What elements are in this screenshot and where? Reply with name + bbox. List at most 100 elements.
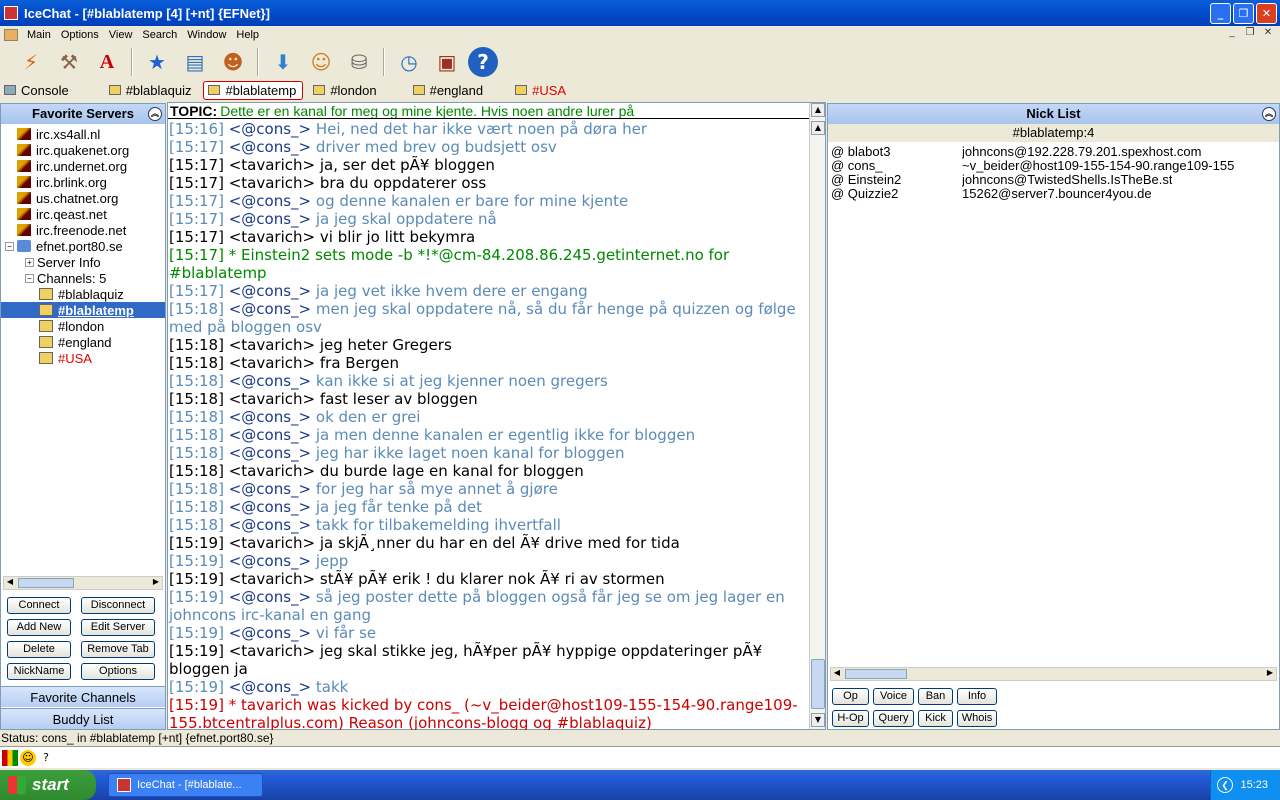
buddy-list-tab[interactable]: Buddy List xyxy=(1,708,165,729)
network-node[interactable]: − efnet.port80.se xyxy=(1,238,165,254)
server-info-node[interactable]: + Server Info xyxy=(1,254,165,270)
scroll-thumb[interactable] xyxy=(811,659,825,709)
collapse-icon[interactable]: ︽ xyxy=(148,107,162,121)
channels-node[interactable]: − Channels: 5 xyxy=(1,270,165,286)
file-transfer-icon[interactable]: ⬇ xyxy=(266,46,300,78)
menu-view[interactable]: View xyxy=(104,29,138,41)
scroll-down-icon[interactable]: ▼ xyxy=(811,713,825,727)
chat-nick: <tavarich> xyxy=(228,462,316,480)
nick-row[interactable]: @ blabot3 johncons@192.228.79.201.spexhos… xyxy=(828,145,1279,159)
tree-channel-blablaquiz[interactable]: #blablaquiz xyxy=(1,286,165,302)
tab-london[interactable]: #london xyxy=(309,81,382,100)
tab-england[interactable]: #england xyxy=(409,81,490,100)
server-item[interactable]: irc.freenode.net xyxy=(1,222,165,238)
chat-timestamp: [15:18] xyxy=(169,444,224,462)
help-icon[interactable]: ? xyxy=(468,47,498,77)
tree-channel-london[interactable]: #london xyxy=(1,318,165,334)
whois-button[interactable]: Whois xyxy=(957,710,997,727)
mdi-restore-button[interactable]: ❐ xyxy=(1242,27,1258,41)
away-clock-icon[interactable]: ◷ xyxy=(392,46,426,78)
chat-line: [15:17] <@cons_> og denne kanalen er bar… xyxy=(168,192,809,210)
tab-usa[interactable]: #USA xyxy=(511,81,572,100)
mdi-window-icon[interactable] xyxy=(4,29,18,41)
scroll-up-icon[interactable]: ▲ xyxy=(811,103,825,117)
collapse-node-icon[interactable]: − xyxy=(5,241,14,251)
kick-button[interactable]: Kick xyxy=(918,710,953,727)
tree-channel-blablatemp[interactable]: #blablatemp xyxy=(1,302,165,318)
nick-horizontal-scrollbar[interactable]: ◀ ▶ xyxy=(830,667,1277,681)
nickname-button[interactable]: NickName xyxy=(7,663,71,680)
nick-row[interactable]: @ Quizzie2 15262@server7.bouncer4you.de xyxy=(828,187,1279,201)
server-item[interactable]: irc.xs4all.nl xyxy=(1,126,165,142)
chat-line: [15:18] <@cons_> men jeg skal oppdatere … xyxy=(168,300,809,336)
color-picker-icon[interactable] xyxy=(2,749,18,766)
server-item[interactable]: irc.undernet.org xyxy=(1,158,165,174)
menu-window[interactable]: Window xyxy=(182,29,231,41)
favorites-star-icon[interactable]: ★ xyxy=(140,46,174,78)
tab-blablatemp[interactable]: #blablatemp xyxy=(203,80,304,100)
info-button[interactable]: Info xyxy=(957,688,997,705)
favorite-channels-tab[interactable]: Favorite Channels xyxy=(1,686,165,707)
chat-vertical-scrollbar[interactable]: ▲ ▲ ▼ xyxy=(809,103,825,729)
menu-main[interactable]: Main xyxy=(22,29,56,41)
plug-icon xyxy=(17,192,31,204)
nick-row[interactable]: @ Einstein2 johncons@TwistedShells.IsTheB… xyxy=(828,173,1279,187)
chat-message: fast leser av bloggen xyxy=(319,390,478,408)
chevron-left-icon[interactable]: ❮ xyxy=(1217,777,1233,793)
ban-button[interactable]: Ban xyxy=(918,688,953,705)
query-button[interactable]: Query xyxy=(873,710,914,727)
channel-list-icon[interactable]: ▤ xyxy=(178,46,212,78)
voice-button[interactable]: Voice xyxy=(873,688,914,705)
quick-connect-icon[interactable]: ⚡ xyxy=(14,46,48,78)
menu-help[interactable]: Help xyxy=(231,29,264,41)
expand-node-icon[interactable]: + xyxy=(25,257,34,267)
add-new-button[interactable]: Add New xyxy=(7,619,71,636)
server-tree-icon[interactable]: ⛁ xyxy=(342,46,376,78)
collapse-icon[interactable]: ︽ xyxy=(1262,107,1276,121)
user-chat-icon[interactable]: ☺ xyxy=(304,46,338,78)
delete-button[interactable]: Delete xyxy=(7,641,71,658)
message-input[interactable] xyxy=(60,747,1280,768)
network-users-icon[interactable]: ☻ xyxy=(216,46,250,78)
mdi-minimize-button[interactable]: _ xyxy=(1224,27,1240,41)
disconnect-button[interactable]: Disconnect xyxy=(81,597,155,614)
tree-channel-england[interactable]: #england xyxy=(1,334,165,350)
collapse-node-icon[interactable]: − xyxy=(25,273,34,283)
emoticon-icon[interactable]: ☺ xyxy=(20,749,36,766)
font-icon[interactable]: A xyxy=(90,46,124,78)
mdi-close-button[interactable]: ✕ xyxy=(1260,27,1276,41)
server-item[interactable]: irc.brlink.org xyxy=(1,174,165,190)
chat-line: [15:19] <tavarich> ja skjÃ¸nner du har e… xyxy=(168,534,809,552)
chat-line: [15:19] <@cons_> takk xyxy=(168,678,809,696)
topic-bar[interactable]: TOPIC: Dette er en kanal for meg og mine… xyxy=(168,103,809,119)
op-button[interactable]: Op xyxy=(832,688,869,705)
minimize-button[interactable]: _ xyxy=(1210,3,1231,24)
input-help-icon[interactable]: ? xyxy=(38,750,54,766)
tree-channel-usa[interactable]: #USA xyxy=(1,350,165,366)
chat-line: [15:18] <@cons_> ok den er grei xyxy=(168,408,809,426)
menu-search[interactable]: Search xyxy=(137,29,182,41)
maximize-button[interactable]: ❐ xyxy=(1233,3,1254,24)
taskbar-item-icechat[interactable]: IceChat - [#blablate... xyxy=(108,773,263,797)
chat-log[interactable]: [15:16] <@cons_> Hei, ned det har ikke v… xyxy=(168,120,809,730)
tools-icon[interactable]: ⚒ xyxy=(52,46,86,78)
chat-nick: <@cons_> xyxy=(228,138,312,156)
chat-message: Einstein2 sets mode -b *!*@cm-84.208.86.… xyxy=(169,246,730,282)
start-button[interactable]: start xyxy=(0,770,96,800)
close-button[interactable]: ✕ xyxy=(1256,3,1277,24)
edit-server-button[interactable]: Edit Server xyxy=(81,619,155,636)
scroll-up-icon[interactable]: ▲ xyxy=(811,121,825,135)
tab-blablaquiz[interactable]: #blablaquiz xyxy=(105,81,198,100)
server-item[interactable]: us.chatnet.org xyxy=(1,190,165,206)
menu-options[interactable]: Options xyxy=(56,29,104,41)
tab-console[interactable]: Console xyxy=(0,81,75,100)
tree-horizontal-scrollbar[interactable]: ◀ ▶ xyxy=(3,576,163,590)
server-item[interactable]: irc.quakenet.org xyxy=(1,142,165,158)
connect-button[interactable]: Connect xyxy=(7,597,71,614)
half-op-button[interactable]: H-Op xyxy=(832,710,869,727)
options-button[interactable]: Options xyxy=(81,663,155,680)
picture-icon[interactable]: ▣ xyxy=(430,46,464,78)
remove-tab-button[interactable]: Remove Tab xyxy=(81,641,155,658)
nick-row[interactable]: @ cons_ ~v_beider@host109-155-154-90.rang… xyxy=(828,159,1279,173)
server-item[interactable]: irc.qeast.net xyxy=(1,206,165,222)
